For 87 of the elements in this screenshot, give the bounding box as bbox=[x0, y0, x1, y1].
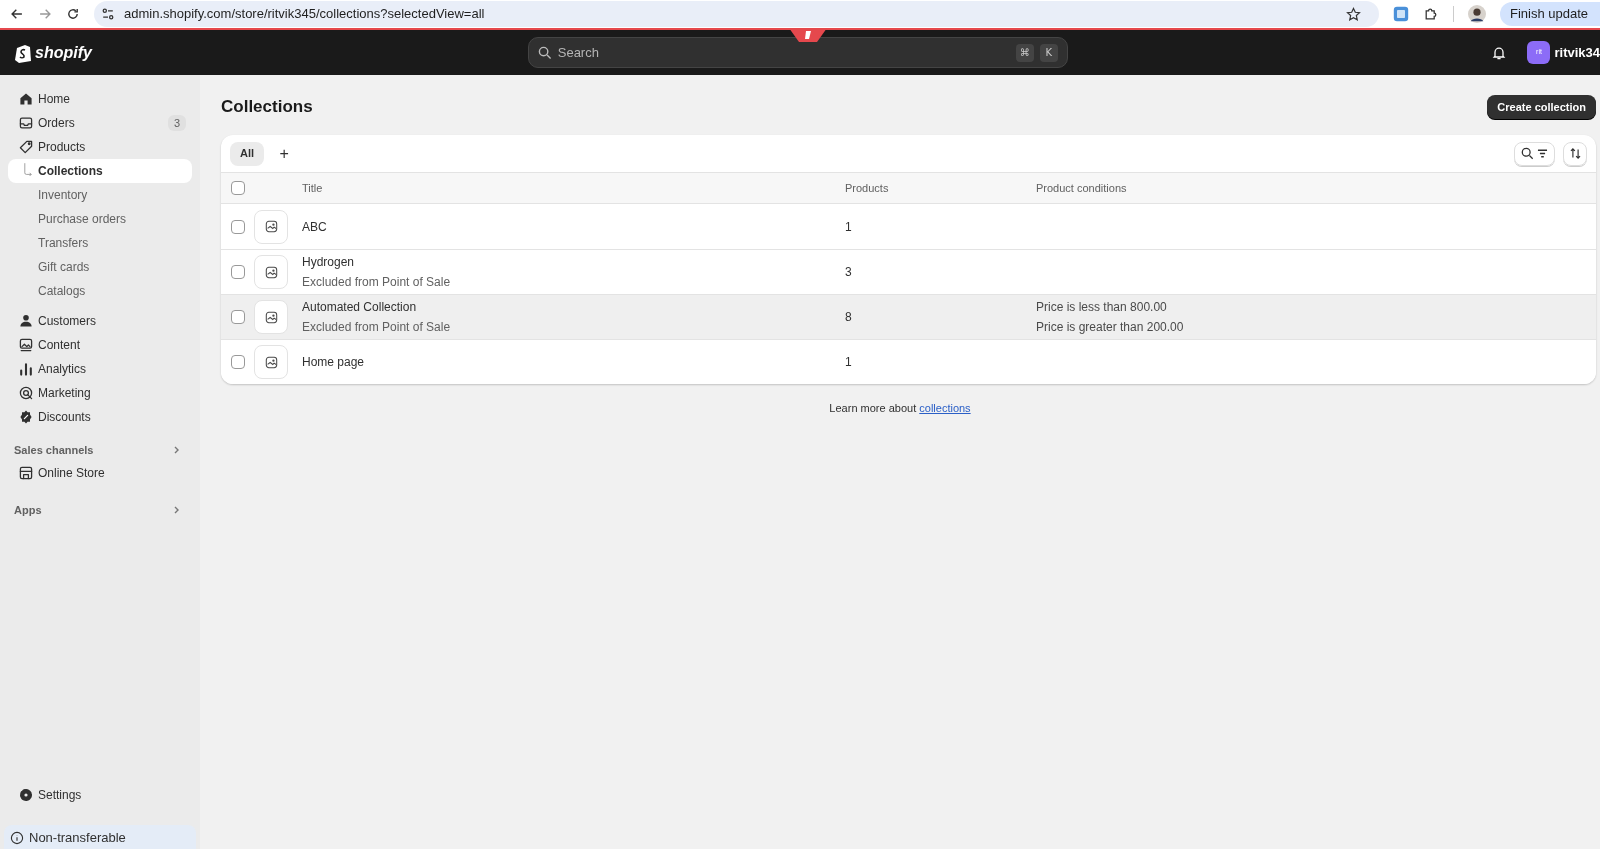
sidebar-item[interactable]: Gift cards bbox=[8, 255, 192, 279]
url-text: admin.shopify.com/store/ritvik345/collections?selectedView=all bbox=[124, 5, 485, 24]
sidebar-item[interactable]: Orders 3 bbox=[8, 111, 192, 135]
sidebar-item[interactable]: Transfers bbox=[8, 231, 192, 255]
image-icon bbox=[264, 220, 278, 233]
product-count: 1 bbox=[845, 218, 853, 236]
collections-link[interactable]: collections bbox=[919, 402, 971, 414]
row-checkbox[interactable] bbox=[231, 219, 245, 234]
search-field[interactable]: Search ⌘ K bbox=[527, 37, 1068, 68]
search-icon bbox=[537, 45, 552, 60]
product-count: 1 bbox=[845, 354, 853, 371]
collection-title[interactable]: ABC bbox=[302, 217, 845, 236]
row-checkbox[interactable] bbox=[231, 355, 245, 369]
learn-more-text: Learn more about collections bbox=[828, 401, 972, 416]
sort-icon bbox=[1568, 147, 1582, 160]
condition-text: Price is greater than 200.00 bbox=[1036, 319, 1185, 336]
profile-avatar[interactable] bbox=[1467, 5, 1486, 23]
sidebar-item[interactable]: Content bbox=[8, 333, 192, 357]
create-collection-button[interactable]: Create collection bbox=[1487, 95, 1596, 119]
sidebar-item[interactable]: Catalogs bbox=[8, 279, 192, 303]
section-heading: Apps bbox=[14, 502, 42, 518]
tag-icon bbox=[18, 139, 34, 155]
branch-line-icon bbox=[22, 160, 34, 176]
sidebar-item[interactable]: Customers bbox=[8, 309, 192, 333]
inbox-icon bbox=[18, 115, 34, 131]
count-badge: 3 bbox=[167, 114, 186, 132]
sidebar-item[interactable]: Products bbox=[8, 135, 192, 159]
row-checkbox[interactable] bbox=[231, 310, 245, 324]
storefront-icon bbox=[18, 465, 34, 481]
table-row[interactable]: Hydrogen Excluded from Point of Sale 3 bbox=[221, 249, 1596, 294]
table-row[interactable]: Home page 1 bbox=[221, 339, 1596, 384]
sidebar-item[interactable]: Analytics bbox=[8, 357, 192, 381]
sort-button[interactable] bbox=[1563, 141, 1587, 166]
home-icon bbox=[18, 91, 34, 107]
page-title: Collections bbox=[221, 96, 313, 119]
image-icon bbox=[18, 337, 34, 353]
notice-banner[interactable]: Non-transferable bbox=[4, 825, 196, 849]
image-icon bbox=[264, 310, 278, 324]
sidebar-item[interactable]: Inventory bbox=[8, 183, 192, 207]
sidebar-item[interactable]: Collections bbox=[8, 159, 192, 183]
table-row[interactable]: ABC 1 bbox=[221, 204, 1596, 249]
table-row[interactable]: Automated Collection Excluded from Point of Sale 8 Price is less than 800.00 Price is greater than 200.00 bbox=[221, 294, 1596, 339]
collection-title[interactable]: Hydrogen bbox=[302, 253, 845, 271]
collection-subtitle: Excluded from Point of Sale bbox=[302, 319, 452, 336]
row-checkbox[interactable] bbox=[231, 265, 245, 279]
condition-text: Price is less than 800.00 bbox=[1036, 299, 1168, 316]
product-count: 3 bbox=[845, 264, 853, 281]
bar-chart-icon bbox=[18, 361, 34, 377]
column-header: Title bbox=[302, 180, 324, 196]
back-icon[interactable] bbox=[10, 7, 24, 21]
reload-icon[interactable] bbox=[66, 7, 80, 21]
column-header: Products bbox=[845, 180, 890, 196]
forward-icon[interactable] bbox=[38, 7, 52, 21]
search-icon bbox=[1520, 147, 1534, 160]
sidebar-item[interactable]: Home bbox=[8, 87, 192, 111]
shortcut-key: K bbox=[1039, 43, 1058, 62]
filter-icon bbox=[1535, 147, 1549, 160]
sidebar-item[interactable]: Purchase orders bbox=[8, 207, 192, 231]
section-heading: Sales channels bbox=[14, 442, 94, 458]
sidebar-item[interactable]: Marketing bbox=[8, 381, 192, 405]
view-tab[interactable]: All bbox=[230, 141, 265, 166]
image-icon bbox=[264, 265, 278, 279]
column-header: Product conditions bbox=[1036, 180, 1128, 196]
shopify-logo-icon bbox=[14, 42, 32, 63]
settings-item[interactable]: Settings bbox=[8, 783, 192, 807]
shortcut-key: ⌘ bbox=[1015, 43, 1034, 62]
collection-title[interactable]: Automated Collection bbox=[302, 298, 845, 316]
info-icon bbox=[10, 831, 24, 845]
collection-title[interactable]: Home page bbox=[302, 353, 845, 371]
update-button[interactable]: Finish update bbox=[1499, 2, 1600, 26]
store-name[interactable]: ritvik34 bbox=[1554, 42, 1600, 63]
address-bar[interactable]: admin.shopify.com/store/ritvik345/collections?selectedView=all bbox=[94, 1, 1379, 27]
search-filter-button[interactable] bbox=[1514, 141, 1555, 166]
star-icon[interactable] bbox=[1345, 6, 1361, 22]
person-icon bbox=[18, 313, 34, 329]
discount-icon bbox=[18, 409, 34, 425]
collection-subtitle: Excluded from Point of Sale bbox=[302, 274, 452, 291]
select-all-checkbox[interactable] bbox=[231, 181, 245, 195]
extension-icon[interactable] bbox=[1392, 6, 1409, 22]
target-icon bbox=[18, 385, 34, 401]
sidebar-item[interactable]: Discounts bbox=[8, 405, 192, 429]
add-view-button[interactable]: + bbox=[272, 141, 297, 166]
site-info-icon[interactable] bbox=[100, 6, 116, 22]
product-count: 8 bbox=[845, 309, 853, 326]
brand-name: shopify bbox=[35, 42, 92, 63]
sidebar-item[interactable]: Online Store bbox=[8, 461, 192, 485]
image-icon bbox=[264, 355, 278, 369]
